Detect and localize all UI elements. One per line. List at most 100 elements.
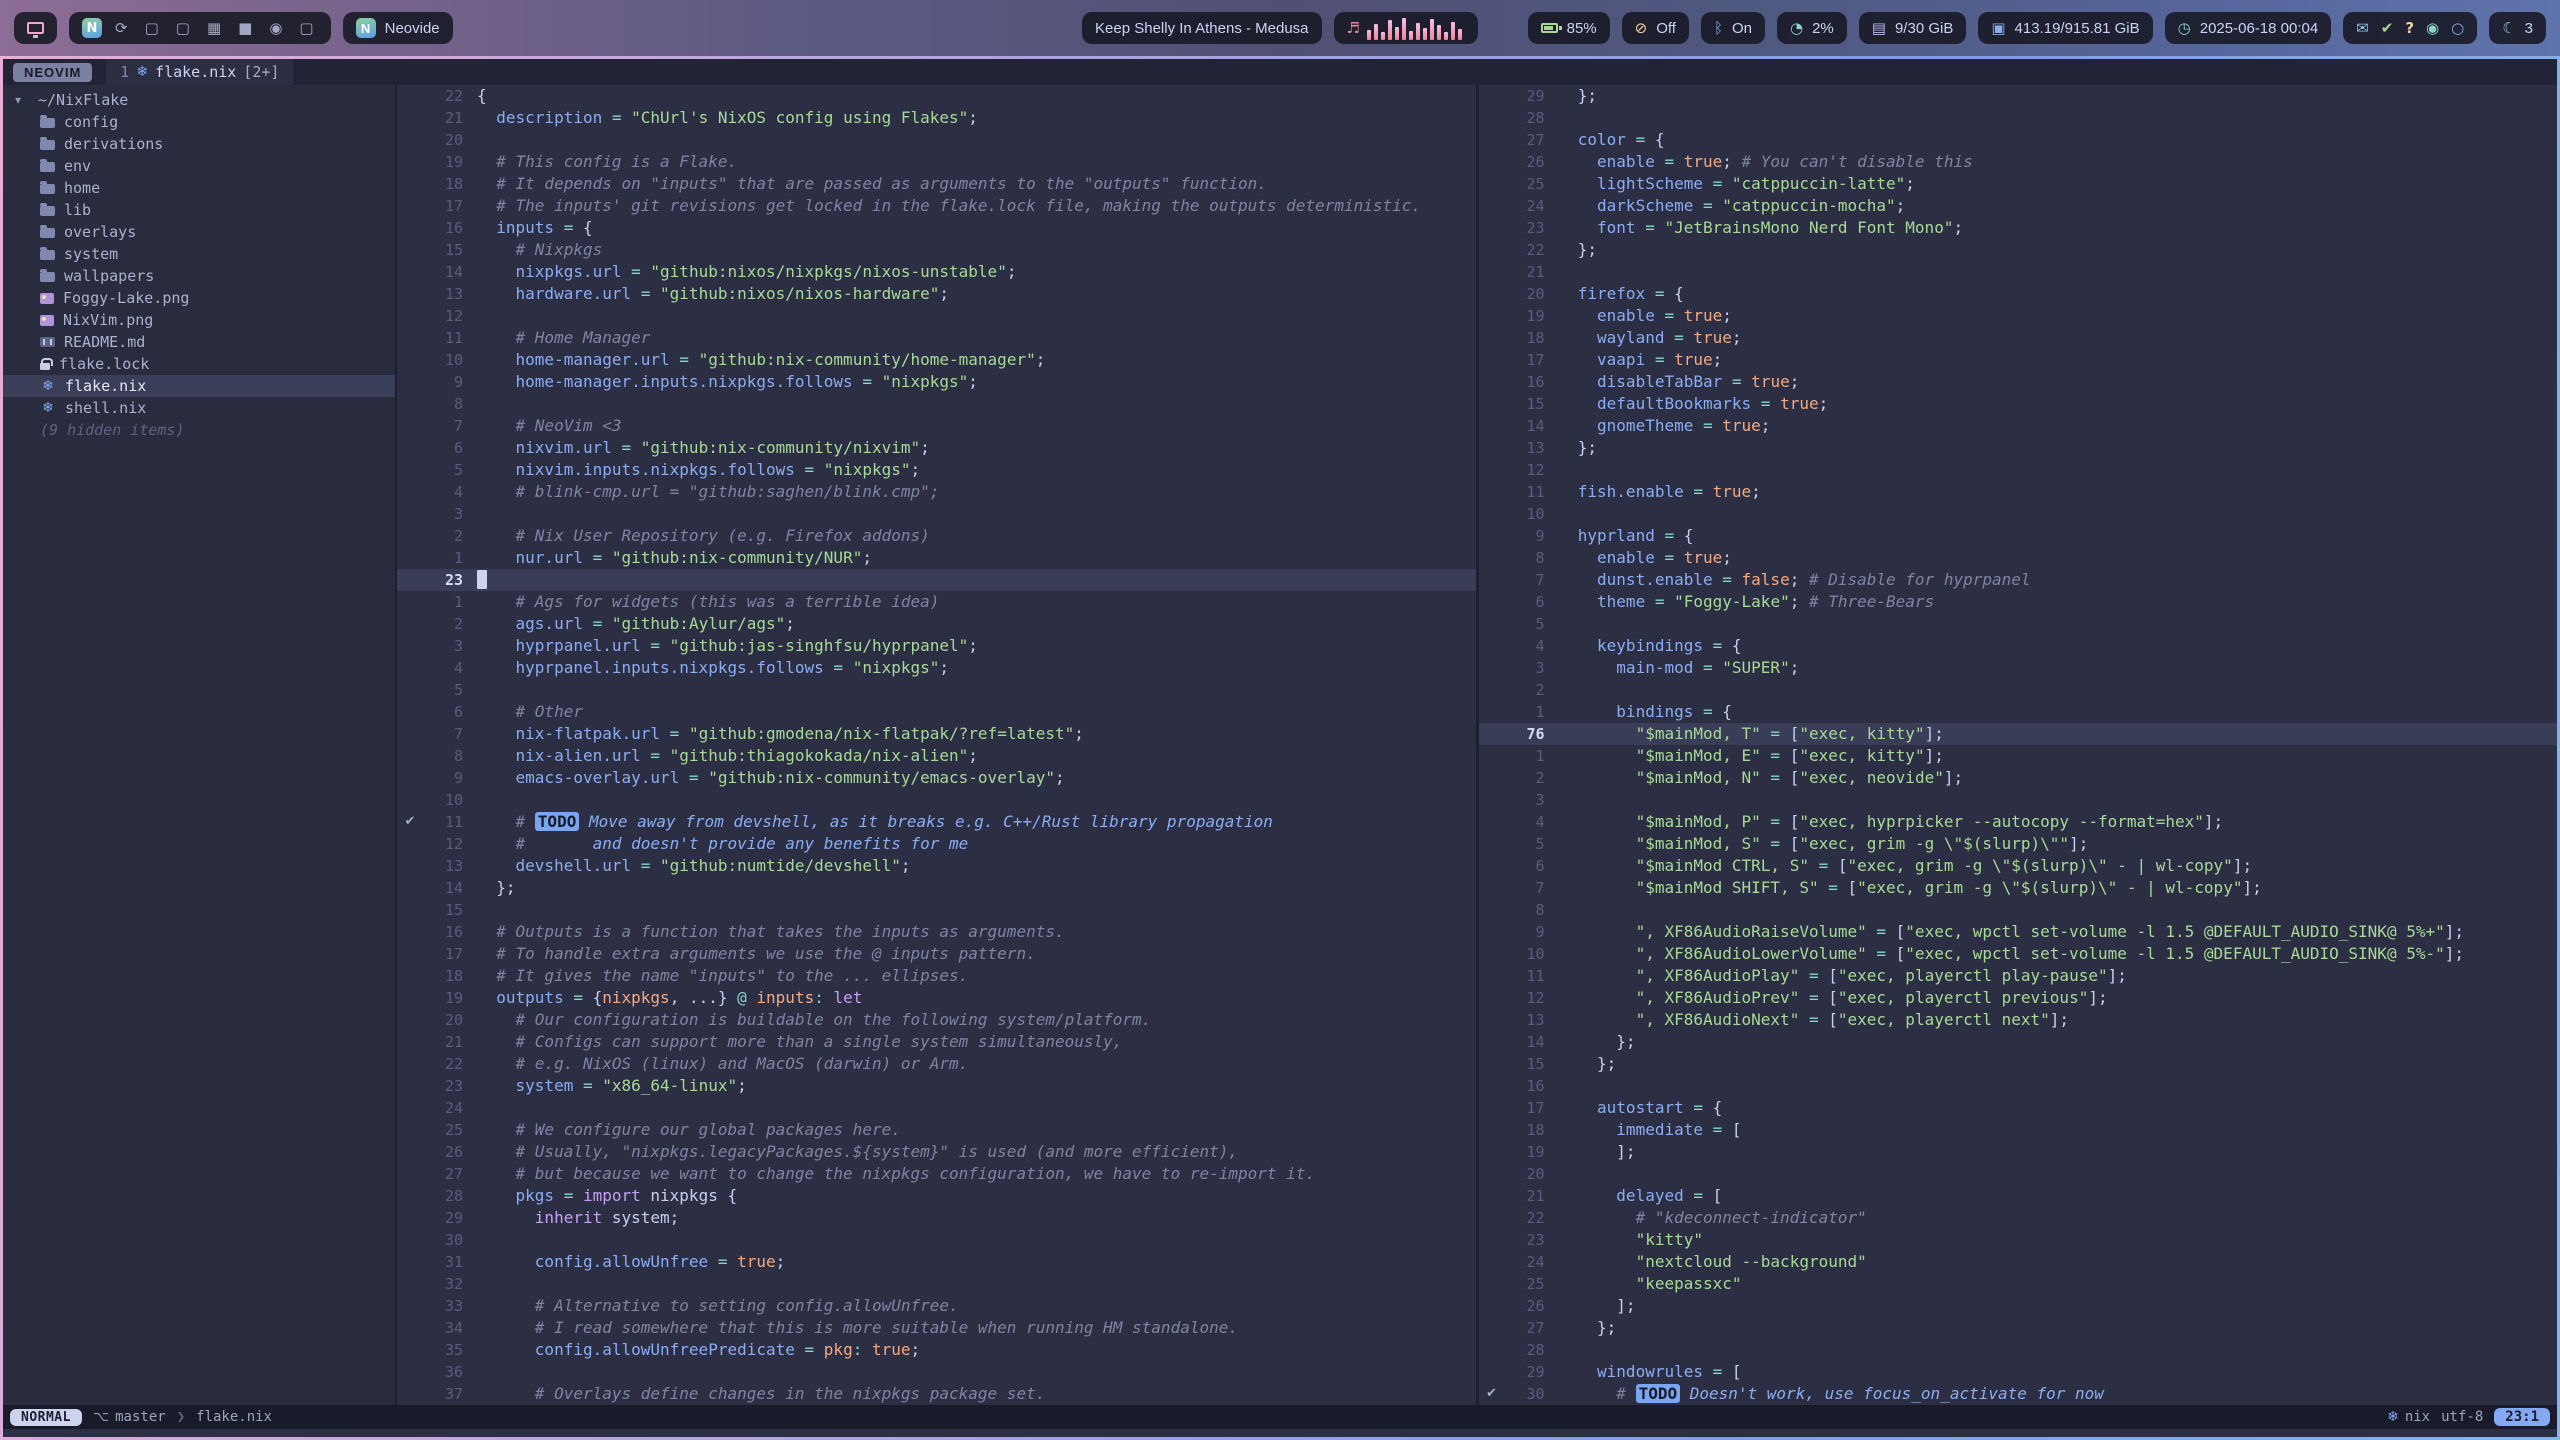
code-line[interactable]: 17 # To handle extra arguments we use th… <box>397 943 1476 965</box>
editor-pane-left[interactable]: 22{21 description = "ChUrl's NixOS confi… <box>397 85 1479 1405</box>
code-line[interactable]: 6 theme = "Foggy-Lake"; # Three-Bears <box>1479 591 2558 613</box>
code-line[interactable]: 19 ]; <box>1479 1141 2558 1163</box>
code-line[interactable]: 23 "kitty" <box>1479 1229 2558 1251</box>
code-line[interactable]: 2 ags.url = "github:Aylur/ags"; <box>397 613 1476 635</box>
code-line[interactable]: 11 ", XF86AudioPlay" = ["exec, playerctl… <box>1479 965 2558 987</box>
code-line[interactable]: 15 defaultBookmarks = true; <box>1479 393 2558 415</box>
workspace-icon[interactable]: ▢ <box>172 19 194 37</box>
workspace-icon[interactable]: ■ <box>234 19 256 37</box>
code-line[interactable]: 19 outputs = {nixpkgs, ...} @ inputs: le… <box>397 987 1476 1009</box>
code-line[interactable]: 6 "$mainMod CTRL, S" = ["exec, grim -g \… <box>1479 855 2558 877</box>
code-line[interactable]: 29 windowrules = [ <box>1479 1361 2558 1383</box>
tree-item[interactable]: ❄shell.nix <box>3 397 395 419</box>
workspace-icon[interactable]: ▢ <box>295 19 317 37</box>
module-memory[interactable]: ▤9/30 GiB <box>1859 12 1967 44</box>
code-line[interactable]: 5 <box>397 679 1476 701</box>
code-line[interactable]: 10 <box>1479 503 2558 525</box>
code-line[interactable]: 16 disableTabBar = true; <box>1479 371 2558 393</box>
module-disk[interactable]: ▣413.19/915.81 GiB <box>1978 12 2152 44</box>
code-line[interactable]: 19 enable = true; <box>1479 305 2558 327</box>
tree-item[interactable]: lib <box>3 199 395 221</box>
code-line[interactable]: 14 nixpkgs.url = "github:nixos/nixpkgs/n… <box>397 261 1476 283</box>
tree-item[interactable]: wallpapers <box>3 265 395 287</box>
code-line[interactable]: ✔11 # TODO Move away from devshell, as i… <box>397 811 1476 833</box>
tree-item[interactable]: ▾~/NixFlake <box>3 89 395 111</box>
code-line[interactable]: 26 ]; <box>1479 1295 2558 1317</box>
code-line[interactable]: 30 <box>397 1229 1476 1251</box>
code-line[interactable]: 19 # This config is a Flake. <box>397 151 1476 173</box>
code-line[interactable]: 13 hardware.url = "github:nixos/nixos-ha… <box>397 283 1476 305</box>
code-line[interactable]: 20 <box>397 129 1476 151</box>
code-line[interactable]: 76 "$mainMod, T" = ["exec, kitty"]; <box>1479 723 2558 745</box>
code-line[interactable]: 6 nixvim.url = "github:nix-community/nix… <box>397 437 1476 459</box>
tree-item[interactable]: README.md <box>3 331 395 353</box>
code-line[interactable]: 7 # NeoVim <3 <box>397 415 1476 437</box>
code-line[interactable]: 29 }; <box>1479 85 2558 107</box>
code-line[interactable]: 18 # It gives the name "inputs" to the .… <box>397 965 1476 987</box>
code-line[interactable]: 20 firefox = { <box>1479 283 2558 305</box>
code-line[interactable]: 14 gnomeTheme = true; <box>1479 415 2558 437</box>
code-line[interactable]: 8 enable = true; <box>1479 547 2558 569</box>
code-line[interactable]: 25 lightScheme = "catppuccin-latte"; <box>1479 173 2558 195</box>
code-line[interactable]: 2 # Nix User Repository (e.g. Firefox ad… <box>397 525 1476 547</box>
code-line[interactable]: 1 nur.url = "github:nix-community/NUR"; <box>397 547 1476 569</box>
code-line[interactable]: 36 <box>397 1361 1476 1383</box>
code-line[interactable]: 20 # Our configuration is buildable on t… <box>397 1009 1476 1031</box>
code-line[interactable]: 13 }; <box>1479 437 2558 459</box>
code-line[interactable]: 13 ", XF86AudioNext" = ["exec, playerctl… <box>1479 1009 2558 1031</box>
code-line[interactable]: 21 description = "ChUrl's NixOS config u… <box>397 107 1476 129</box>
tray-icon-5[interactable]: ○ <box>2451 19 2464 37</box>
code-line[interactable]: 9 ", XF86AudioRaiseVolume" = ["exec, wpc… <box>1479 921 2558 943</box>
code-line[interactable]: 16 inputs = { <box>397 217 1476 239</box>
music-title-module[interactable]: Keep Shelly In Athens - Medusa <box>1082 12 1321 44</box>
code-line[interactable]: 28 <box>1479 107 2558 129</box>
code-line[interactable]: 34 # I read somewhere that this is more … <box>397 1317 1476 1339</box>
code-line[interactable]: 3 <box>1479 789 2558 811</box>
code-line[interactable]: 33 # Alternative to setting config.allow… <box>397 1295 1476 1317</box>
tray-icon-4[interactable]: ◉ <box>2426 19 2439 37</box>
code-line[interactable]: 24 <box>397 1097 1476 1119</box>
code-line[interactable]: 26 # Usually, "nixpkgs.legacyPackages.${… <box>397 1141 1476 1163</box>
notifications-module[interactable]: ☾3 <box>2489 12 2546 44</box>
workspace-icon[interactable]: ◉ <box>265 19 286 37</box>
code-line[interactable]: 12 # and doesn't provide any benefits fo… <box>397 833 1476 855</box>
code-line[interactable]: 24 darkScheme = "catppuccin-mocha"; <box>1479 195 2558 217</box>
module-bluetooth[interactable]: ᛒOn <box>1701 12 1765 44</box>
code-line[interactable]: 4 hyprpanel.inputs.nixpkgs.follows = "ni… <box>397 657 1476 679</box>
tree-item[interactable]: ❄flake.nix <box>3 375 395 397</box>
module-cpu[interactable]: ◔2% <box>1777 12 1847 44</box>
tree-item[interactable]: (9 hidden items) <box>3 419 395 441</box>
code-line[interactable]: 12 <box>397 305 1476 327</box>
code-line[interactable]: 4 "$mainMod, P" = ["exec, hyprpicker --a… <box>1479 811 2558 833</box>
code-line[interactable]: 22 # e.g. NixOS (linux) and MacOS (darwi… <box>397 1053 1476 1075</box>
launcher-button[interactable] <box>14 12 57 44</box>
code-line[interactable]: 6 # Other <box>397 701 1476 723</box>
code-line[interactable]: 1 "$mainMod, E" = ["exec, kitty"]; <box>1479 745 2558 767</box>
tree-item[interactable]: home <box>3 177 395 199</box>
code-line[interactable]: 23 system = "x86_64-linux"; <box>397 1075 1476 1097</box>
code-line[interactable]: 3 hyprpanel.url = "github:jas-singhfsu/h… <box>397 635 1476 657</box>
tray-icon-3[interactable]: ? <box>2405 19 2414 37</box>
code-line[interactable]: ✔30 # TODO Doesn't work, use focus_on_ac… <box>1479 1383 2558 1405</box>
module-battery[interactable]: 85% <box>1528 12 1610 44</box>
code-line[interactable]: 17 vaapi = true; <box>1479 349 2558 371</box>
code-line[interactable]: 10 home-manager.url = "github:nix-commun… <box>397 349 1476 371</box>
code-line[interactable]: 20 <box>1479 1163 2558 1185</box>
tree-item[interactable]: env <box>3 155 395 177</box>
code-line[interactable]: 14 }; <box>397 877 1476 899</box>
code-line[interactable]: 8 nix-alien.url = "github:thiagokokada/n… <box>397 745 1476 767</box>
editor-pane-right[interactable]: 29 };2827 color = {26 enable = true; # Y… <box>1479 85 2558 1405</box>
code-line[interactable]: 9 emacs-overlay.url = "github:nix-commun… <box>397 767 1476 789</box>
tree-item[interactable]: overlays <box>3 221 395 243</box>
code-line[interactable]: 5 "$mainMod, S" = ["exec, grim -g \"$(sl… <box>1479 833 2558 855</box>
code-line[interactable]: 9 hyprland = { <box>1479 525 2558 547</box>
code-line[interactable]: 22 }; <box>1479 239 2558 261</box>
code-line[interactable]: 4 # blink-cmp.url = "github:saghen/blink… <box>397 481 1476 503</box>
module-clock[interactable]: ◷2025-06-18 00:04 <box>2165 12 2332 44</box>
code-line[interactable]: 5 <box>1479 613 2558 635</box>
code-line[interactable]: 16 <box>1479 1075 2558 1097</box>
code-line[interactable]: 7 "$mainMod SHIFT, S" = ["exec, grim -g … <box>1479 877 2558 899</box>
code-line[interactable]: 18 wayland = true; <box>1479 327 2558 349</box>
code-line[interactable]: 18 immediate = [ <box>1479 1119 2558 1141</box>
code-line[interactable]: 18 # It depends on "inputs" that are pas… <box>397 173 1476 195</box>
